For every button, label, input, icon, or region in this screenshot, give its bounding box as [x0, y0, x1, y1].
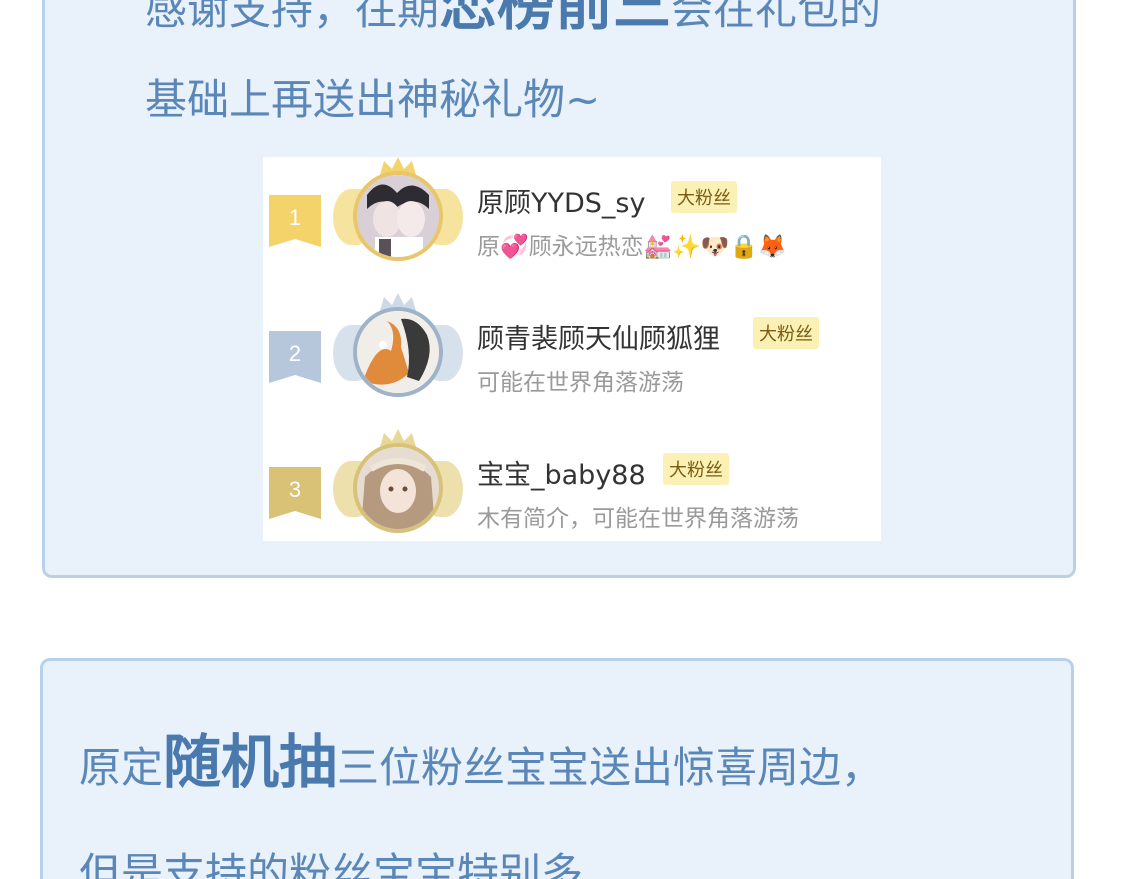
rank-number: 3: [288, 477, 302, 502]
announcement-line-1: 感谢支持，往期恋榜前三会在礼包的: [145, 0, 881, 33]
fan-badge: 大粉丝: [671, 181, 737, 213]
rank-ribbon-icon: 1: [269, 195, 321, 247]
avatar-frame: [333, 157, 463, 281]
avatar[interactable]: [353, 443, 443, 533]
rank-number: 2: [288, 341, 302, 366]
avatar-frame: [333, 293, 463, 417]
avatar[interactable]: [353, 307, 443, 397]
fan-name[interactable]: 顾青裴顾天仙顾狐狸: [477, 317, 720, 356]
fan-badge: 大粉丝: [753, 317, 819, 349]
line-text-after: 会在礼包的: [671, 0, 882, 34]
rank-number: 1: [288, 205, 302, 230]
fan-row-1[interactable]: 1 原顾YYDS_sy 大粉丝 原💞顾永远热恋💒✨🐶🔒🦊: [263, 157, 881, 281]
rank-ribbon-icon: 2: [269, 331, 321, 383]
announcement-card-top: 感谢支持，往期恋榜前三会在礼包的 基础上再送出神秘礼物~ 1 原顾YYDS_sy…: [42, 0, 1076, 578]
avatar[interactable]: [353, 171, 443, 261]
announcement-card-bottom: 原定随机抽三位粉丝宝宝送出惊喜周边， 但是支持的粉丝宝宝特别多: [40, 658, 1074, 879]
avatar-frame: [333, 429, 463, 553]
announcement-line-2: 基础上再送出神秘礼物~: [145, 75, 601, 124]
fan-name[interactable]: 宝宝_baby88: [477, 453, 646, 492]
announcement-line-3: 原定随机抽三位粉丝宝宝送出惊喜周边，: [79, 733, 883, 791]
fan-badge: 大粉丝: [663, 453, 729, 485]
fan-leaderboard: 1 原顾YYDS_sy 大粉丝 原💞顾永远热恋💒✨🐶🔒🦊 2 顾青裴顾天仙顾狐狸…: [263, 157, 881, 541]
line-text-after: 三位粉丝宝宝送出惊喜周边，: [337, 743, 884, 792]
fan-bio: 原💞顾永远热恋💒✨🐶🔒🦊: [477, 234, 787, 260]
fan-bio: 木有简介，可能在世界角落游荡: [477, 506, 799, 532]
line-text-before: 原定: [79, 743, 164, 792]
fan-name[interactable]: 原顾YYDS_sy: [477, 181, 645, 220]
line-text-before: 感谢支持，往期: [145, 0, 440, 34]
fan-row-3[interactable]: 3 宝宝_baby88 大粉丝 木有简介，可能在世界角落游荡: [263, 429, 881, 553]
announcement-line-4: 但是支持的粉丝宝宝特别多: [79, 849, 584, 879]
line-text-emphasis: 随机抽: [163, 728, 338, 796]
fan-row-2[interactable]: 2 顾青裴顾天仙顾狐狸 大粉丝 可能在世界角落游荡: [263, 293, 881, 417]
page: 感谢支持，往期恋榜前三会在礼包的 基础上再送出神秘礼物~ 1 原顾YYDS_sy…: [0, 0, 1125, 879]
line-text-emphasis: 恋榜前三: [439, 0, 672, 38]
rank-ribbon-icon: 3: [269, 467, 321, 519]
fan-bio: 可能在世界角落游荡: [477, 370, 684, 396]
